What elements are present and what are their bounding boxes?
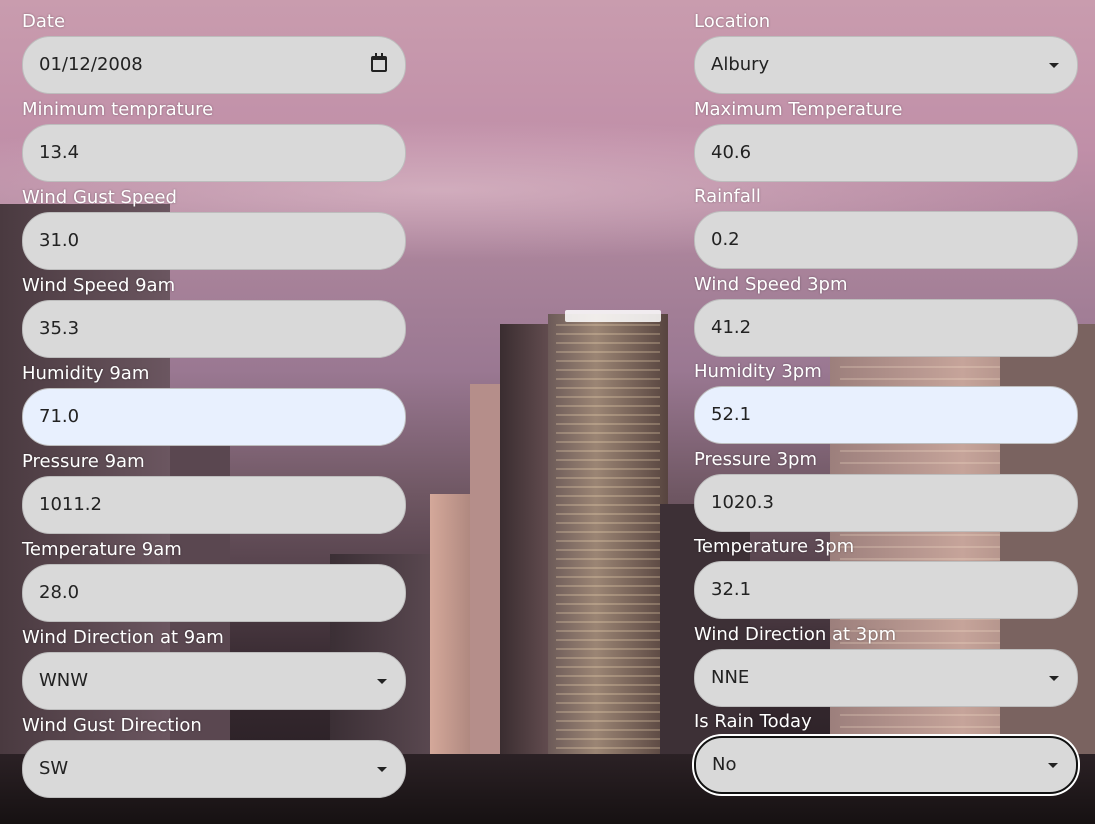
- rain-today-value: No: [712, 754, 737, 775]
- wind-gust-speed-value: 31.0: [39, 230, 80, 251]
- wind-speed-3pm-field-group: Wind Speed 3pm 41.2: [694, 273, 1078, 361]
- wind-speed-3pm-input[interactable]: 41.2: [694, 298, 1078, 357]
- date-label: Date: [22, 11, 66, 32]
- rain-today-field-group: Is Rain Today No: [694, 710, 1078, 798]
- wind-dir-9am-value: WNW: [39, 670, 89, 691]
- date-input[interactable]: 01/12/2008: [22, 36, 406, 94]
- rainfall-field-group: Rainfall 0.2: [694, 185, 1078, 273]
- chevron-down-icon: [377, 679, 387, 684]
- location-select[interactable]: Albury: [694, 36, 1078, 94]
- pressure-9am-value: 1011.2: [39, 494, 102, 515]
- wind-gust-dir-value: SW: [39, 758, 69, 779]
- pressure-3pm-value: 1020.3: [711, 491, 774, 513]
- chevron-down-icon: [1048, 763, 1058, 768]
- temperature-3pm-input[interactable]: 32.1: [694, 561, 1078, 619]
- pressure-3pm-label: Pressure 3pm: [694, 448, 817, 470]
- wind-dir-3pm-label: Wind Direction at 3pm: [694, 623, 897, 645]
- pressure-3pm-field-group: Pressure 3pm 1020.3: [694, 448, 1078, 536]
- chevron-down-icon: [1049, 675, 1059, 681]
- temperature-9am-input[interactable]: 28.0: [22, 564, 406, 622]
- temperature-3pm-field-group: Temperature 3pm 32.1: [694, 535, 1078, 623]
- humidity-3pm-value: 52.1: [711, 404, 752, 425]
- pressure-9am-field-group: Pressure 9am 1011.2: [22, 450, 406, 538]
- wind-gust-dir-field-group: Wind Gust Direction SW: [22, 714, 406, 802]
- location-label: Location: [694, 11, 771, 32]
- wind-speed-9am-input[interactable]: 35.3: [22, 300, 406, 358]
- rain-today-label: Is Rain Today: [694, 711, 812, 732]
- date-value: 01/12/2008: [39, 54, 143, 75]
- calendar-icon[interactable]: [371, 53, 387, 72]
- pressure-3pm-input[interactable]: 1020.3: [694, 473, 1078, 532]
- rainfall-label: Rainfall: [694, 186, 761, 207]
- pressure-9am-input[interactable]: 1011.2: [22, 476, 406, 534]
- wind-dir-9am-field-group: Wind Direction at 9am WNW: [22, 626, 406, 714]
- pressure-9am-label: Pressure 9am: [22, 451, 145, 472]
- wind-speed-9am-field-group: Wind Speed 9am 35.3: [22, 274, 406, 362]
- humidity-9am-field-group: Humidity 9am 71.0: [22, 362, 406, 450]
- wind-gust-dir-select[interactable]: SW: [22, 740, 406, 798]
- wind-gust-dir-label: Wind Gust Direction: [22, 715, 202, 736]
- min-temp-field-group: Minimum temprature 13.4: [22, 98, 406, 186]
- temperature-9am-value: 28.0: [39, 582, 80, 603]
- humidity-3pm-field-group: Humidity 3pm 52.1: [694, 360, 1078, 448]
- max-temp-value: 40.6: [711, 141, 752, 163]
- form-column-left: Date 01/12/2008 Minimum temprature 13.4 …: [22, 10, 406, 802]
- wind-gust-speed-input[interactable]: 31.0: [22, 212, 406, 270]
- date-field-group: Date 01/12/2008: [22, 10, 406, 98]
- min-temp-label: Minimum temprature: [22, 99, 214, 120]
- humidity-9am-label: Humidity 9am: [22, 363, 150, 384]
- temperature-9am-label: Temperature 9am: [22, 539, 182, 560]
- rain-today-select[interactable]: No: [694, 736, 1078, 794]
- temperature-9am-field-group: Temperature 9am 28.0: [22, 538, 406, 626]
- rainfall-input[interactable]: 0.2: [694, 211, 1078, 269]
- tower-windows: [556, 324, 660, 784]
- form-column-right: Location Albury Maximum Temperature 40.6…: [694, 10, 1078, 798]
- wind-dir-3pm-select[interactable]: NNE: [694, 648, 1078, 707]
- wind-dir-9am-select[interactable]: WNW: [22, 652, 406, 710]
- wind-speed-3pm-value: 41.2: [711, 316, 752, 338]
- humidity-3pm-input[interactable]: 52.1: [694, 386, 1078, 444]
- wind-gust-speed-label: Wind Gust Speed: [22, 187, 177, 208]
- wind-dir-9am-label: Wind Direction at 9am: [22, 627, 224, 648]
- min-temp-input[interactable]: 13.4: [22, 124, 406, 182]
- chevron-down-icon: [377, 767, 387, 772]
- humidity-3pm-label: Humidity 3pm: [694, 361, 822, 382]
- location-field-group: Location Albury: [694, 10, 1078, 98]
- temperature-3pm-label: Temperature 3pm: [694, 536, 855, 557]
- wind-speed-3pm-label: Wind Speed 3pm: [694, 273, 848, 295]
- wind-dir-3pm-field-group: Wind Direction at 3pm NNE: [694, 623, 1078, 711]
- wind-speed-9am-label: Wind Speed 9am: [22, 275, 176, 296]
- humidity-9am-value: 71.0: [39, 406, 80, 427]
- max-temp-input[interactable]: 40.6: [694, 123, 1078, 182]
- wind-dir-3pm-value: NNE: [711, 666, 750, 688]
- temperature-3pm-value: 32.1: [711, 579, 752, 600]
- tower-sign: [565, 310, 661, 322]
- humidity-9am-input[interactable]: 71.0: [22, 388, 406, 446]
- location-value: Albury: [711, 54, 770, 75]
- max-temp-field-group: Maximum Temperature 40.6: [694, 98, 1078, 186]
- chevron-down-icon: [1049, 63, 1059, 68]
- wind-gust-speed-field-group: Wind Gust Speed 31.0: [22, 186, 406, 274]
- max-temp-label: Maximum Temperature: [694, 98, 903, 120]
- rainfall-value: 0.2: [711, 229, 740, 250]
- wind-speed-9am-value: 35.3: [39, 318, 80, 339]
- min-temp-value: 13.4: [39, 142, 80, 163]
